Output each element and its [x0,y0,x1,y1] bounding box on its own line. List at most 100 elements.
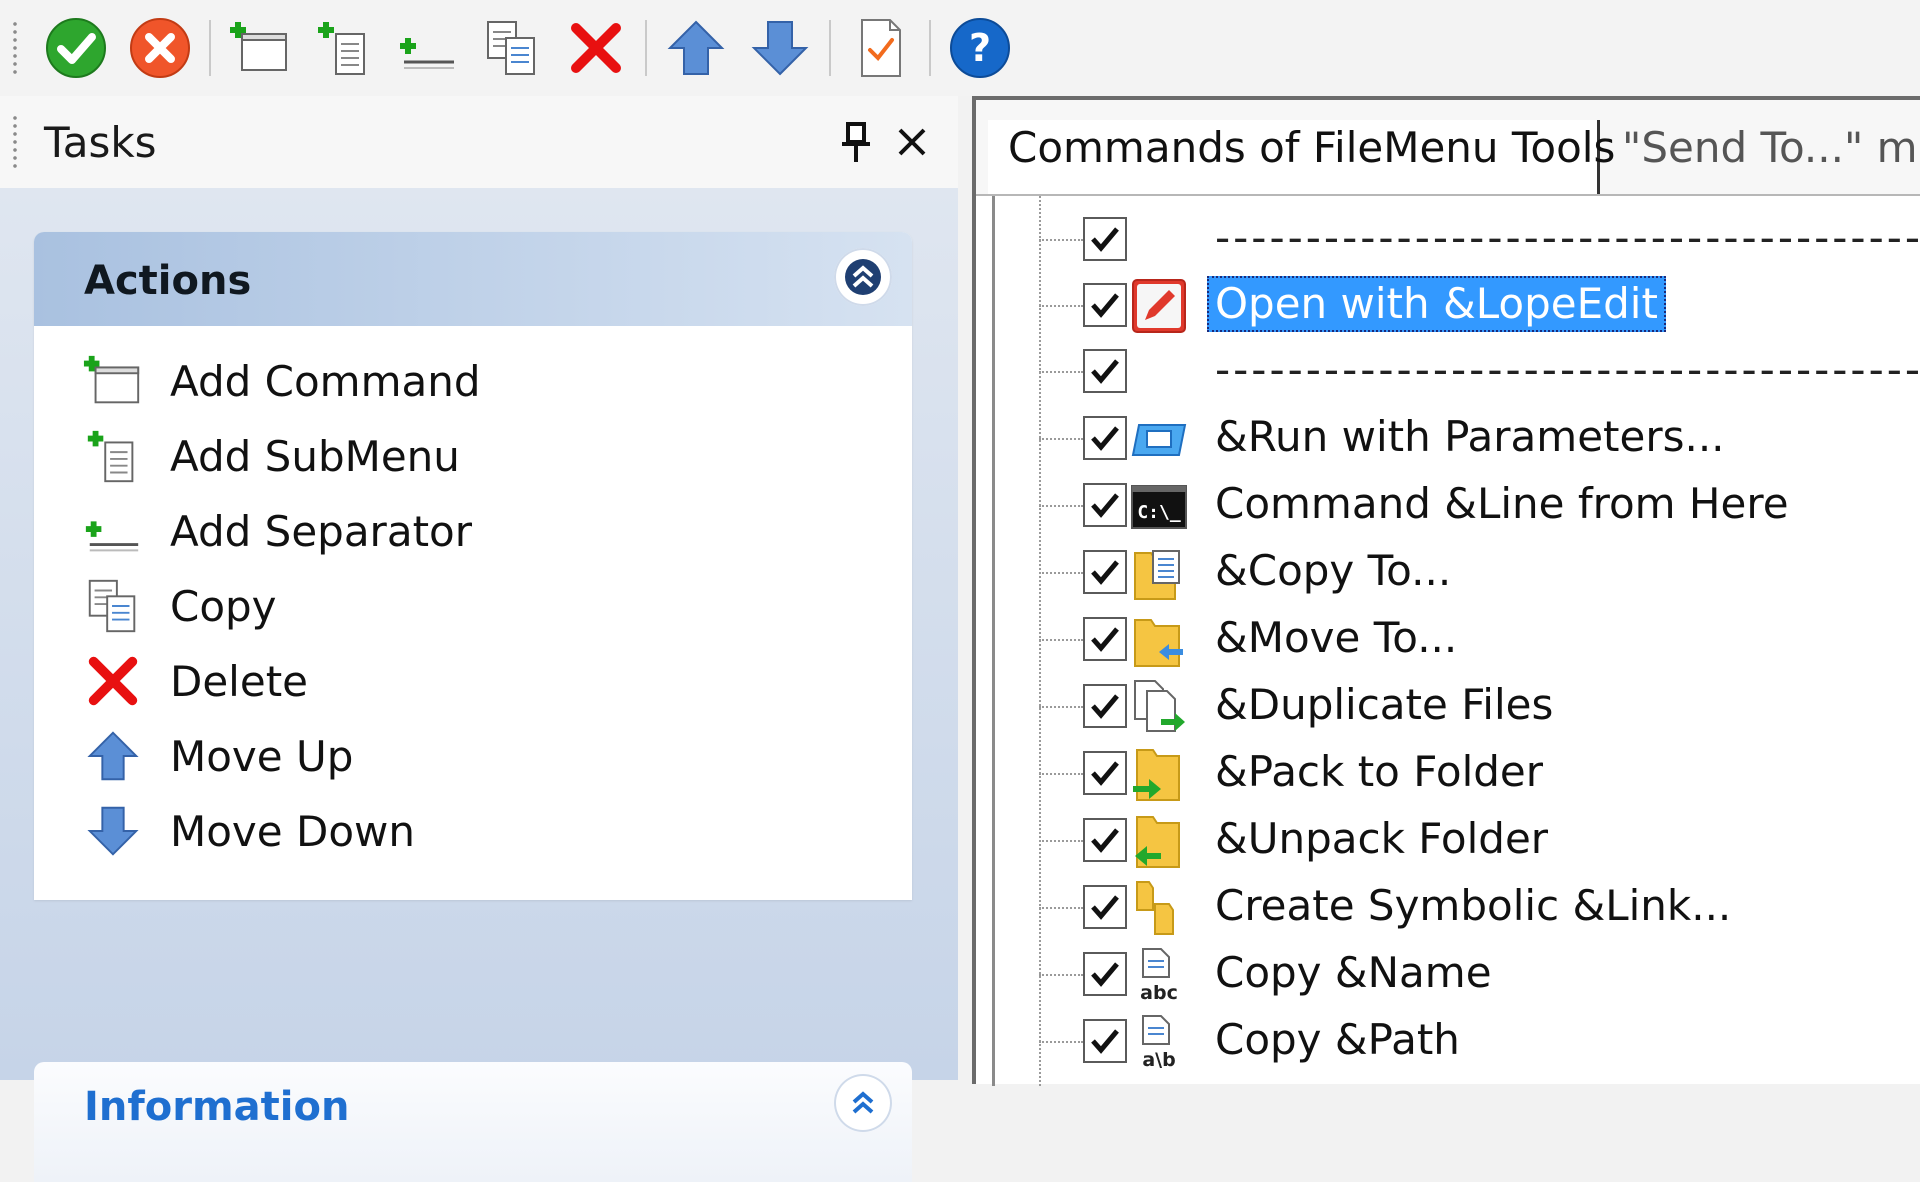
add-command-action[interactable]: Add Command [34,346,912,416]
unpack-folder-icon [1131,813,1187,869]
item-checkbox[interactable] [1083,217,1127,261]
action-label: Delete [170,656,308,706]
toolbar: ? [0,0,1920,96]
tree-connector [1039,639,1083,641]
tree-row: abc Copy &Name [995,941,1920,1007]
item-checkbox[interactable] [1083,416,1127,460]
command-item-command-line-from-here[interactable]: Command &Line from Here [1207,476,1797,532]
action-label: Add Command [170,356,481,406]
checklist-button[interactable] [843,11,917,85]
delete-icon [82,650,144,712]
arrow-up-icon [82,725,144,787]
duplicate-files-icon [1131,679,1187,735]
tab-send-to-menu[interactable]: "Send To..." m [1622,120,1918,194]
toolbar-separator [929,20,931,76]
separator-item[interactable]: ----------------------------------------… [1207,342,1920,398]
pin-button[interactable] [836,120,876,164]
add-separator-button[interactable] [391,11,465,85]
information-group-header[interactable]: Information [34,1062,912,1156]
item-checkbox[interactable] [1083,885,1127,929]
checkmark-icon [1091,761,1119,786]
lopeedit-pencil-icon [1131,278,1187,334]
move-down-button[interactable] [743,11,817,85]
copy-name-icon: abc [1131,947,1187,1004]
tree-connector [1039,1041,1083,1043]
copy-action[interactable]: Copy [34,571,912,641]
command-item-open-with-lopeedit[interactable]: Open with &LopeEdit [1207,276,1666,332]
checkmark-icon [1091,694,1119,719]
commands-pane: Commands of FileMenu Tools "Send To..." … [972,96,1920,1086]
command-item-pack-to-folder[interactable]: &Pack to Folder [1207,744,1551,800]
help-button[interactable]: ? [943,11,1017,85]
checkmark-icon [1091,493,1119,518]
item-checkbox[interactable] [1083,751,1127,795]
tree-connector [1039,239,1083,241]
tasks-pane-body: Actions Add Command Add SubMenu Add Sepa… [0,188,958,1182]
item-checkbox[interactable] [1083,283,1127,327]
item-checkbox[interactable] [1083,1019,1127,1063]
commands-tab-strip: Commands of FileMenu Tools "Send To..." … [976,100,1920,196]
command-item-unpack-folder[interactable]: &Unpack Folder [1207,811,1556,867]
add-submenu-icon [318,22,365,75]
command-item-create-symbolic-link[interactable]: Create Symbolic &Link... [1207,878,1739,934]
item-checkbox[interactable] [1083,483,1127,527]
tree-connector [1039,572,1083,574]
add-submenu-button[interactable] [307,11,381,85]
information-collapse-button[interactable] [834,1074,892,1132]
command-item-copy-path[interactable]: Copy &Path [1207,1012,1468,1068]
item-checkbox[interactable] [1083,349,1127,393]
information-group: Information [34,1062,912,1182]
add-separator-action[interactable]: Add Separator [34,496,912,566]
command-item-duplicate-files[interactable]: &Duplicate Files [1207,677,1561,733]
move-up-action[interactable]: Move Up [34,721,912,791]
cancel-button[interactable] [123,11,197,85]
checkmark-icon [1091,359,1119,384]
command-item-move-to[interactable]: &Move To... [1207,610,1465,666]
checkmark-icon [1091,828,1119,853]
tree-row: ----------------------------------------… [995,206,1920,272]
copy-path-icon: a\b [1131,1014,1187,1071]
close-pane-button[interactable] [890,120,934,164]
actions-group-header[interactable]: Actions [34,232,912,326]
checkmark-icon [1091,627,1119,652]
arrow-up-icon [667,20,725,75]
actions-group: Actions Add Command Add SubMenu Add Sepa… [34,232,912,900]
separator-item[interactable]: ----------------------------------------… [1207,210,1920,266]
item-checkbox[interactable] [1083,952,1127,996]
copy-icon [487,21,535,75]
command-item-copy-name[interactable]: Copy &Name [1207,945,1500,1001]
tasks-pane: Tasks Actions Add Command Add SubMenu Ad… [0,96,958,1182]
add-submenu-action[interactable]: Add SubMenu [34,421,912,491]
item-checkbox[interactable] [1083,617,1127,661]
arrow-down-icon [82,800,144,862]
toolbar-grip[interactable] [8,18,22,78]
tasks-pane-title: Tasks [44,118,157,167]
delete-action[interactable]: Delete [34,646,912,716]
tab-commands-of-filemenu-tools[interactable]: Commands of FileMenu Tools [988,120,1615,194]
copy-icon [82,575,144,637]
command-item-run-with-parameters[interactable]: &Run with Parameters... [1207,409,1733,465]
svg-text:?: ? [969,26,991,70]
ok-button[interactable] [39,11,113,85]
tree-connector [1039,706,1083,708]
tree-row: Create Symbolic &Link... [995,874,1920,940]
move-up-button[interactable] [659,11,733,85]
add-separator-icon [400,38,454,69]
delete-button[interactable] [559,11,633,85]
item-checkbox[interactable] [1083,550,1127,594]
toolbar-separator [209,20,211,76]
green-check-icon [46,18,106,78]
item-checkbox[interactable] [1083,818,1127,862]
checkmark-icon [1091,962,1119,987]
pane-grip[interactable] [8,112,22,172]
add-command-button[interactable] [223,11,297,85]
move-down-action[interactable]: Move Down [34,796,912,866]
item-checkbox[interactable] [1083,684,1127,728]
command-item-copy-to[interactable]: &Copy To... [1207,543,1459,599]
tree-connector [1039,505,1083,507]
run-window-icon [1131,411,1187,467]
checkmark-icon [1091,895,1119,920]
actions-collapse-button[interactable] [834,248,892,306]
copy-button[interactable] [475,11,549,85]
action-label: Add Separator [170,506,472,556]
